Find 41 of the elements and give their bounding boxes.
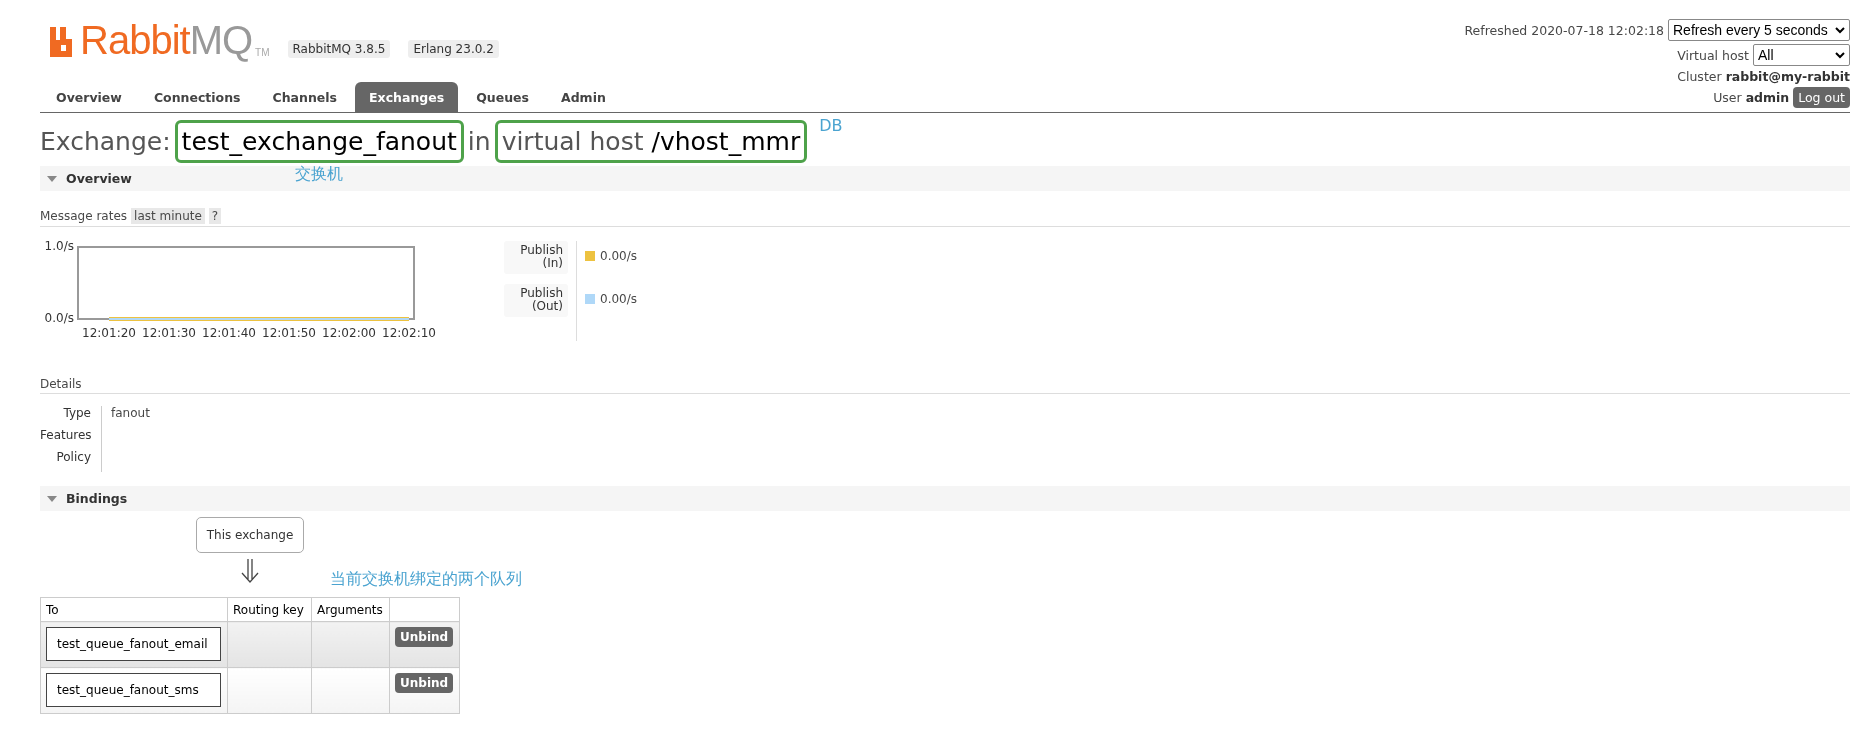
axis-label: 1.0/s [44,241,74,253]
message-rates-label: Message rates [40,209,128,223]
source-exchange: This exchange [195,517,305,553]
detail-label: Features [40,428,102,450]
column-header: Routing key [227,597,312,622]
section-title: Overview [66,171,132,186]
axis-label: 12:02:10 [382,326,436,340]
axis-label: 12:01:20 [82,326,136,340]
refreshed-time: Refreshed 2020-07-18 12:02:18 [1464,22,1664,38]
exchange-name: test_exchange_fanout [181,126,457,156]
user-name: admin [1745,90,1790,105]
legend-label: Publish (Out) [504,284,568,317]
axis-label: 12:01:40 [202,326,256,340]
axis-label: 12:02:00 [322,326,376,340]
virtual-host-label: Virtual host [1677,47,1749,63]
annotation-text: 当前交换机绑定的两个队列 [330,569,522,590]
virtual-host-name: /vhost_mmr [651,126,801,156]
details-title: Details [40,377,82,391]
rabbitmq-logo: RabbitMQ TM [50,20,270,60]
column-header: To [40,597,228,622]
user-label: User [1713,90,1742,105]
section-title: Bindings [66,491,128,506]
detail-label: Type [40,406,102,428]
axis-label: 0.0/s [44,311,74,325]
axis-label: 12:01:30 [142,326,196,340]
rate-value: 0.00/s [600,292,637,306]
cluster-label: Cluster [1677,69,1722,84]
cluster-name: rabbit@my-rabbit [1725,69,1850,84]
annotation-text: DB [819,116,843,135]
legend-label: Publish (In) [504,241,568,274]
detail-value: fanout [111,406,150,420]
page-title: Exchange: [40,126,171,156]
heading-text: in [467,126,491,156]
axis-label: 12:01:50 [262,326,316,340]
column-header: Arguments [311,597,390,622]
annotation-text: 交换机 [295,163,344,185]
version-label: RabbitMQ 3.8.5 [287,40,391,58]
version-label: Erlang 23.0.2 [408,40,499,58]
detail-label: Policy [40,450,102,472]
heading-text: virtual host [501,126,644,156]
rate-value: 0.00/s [600,249,637,263]
